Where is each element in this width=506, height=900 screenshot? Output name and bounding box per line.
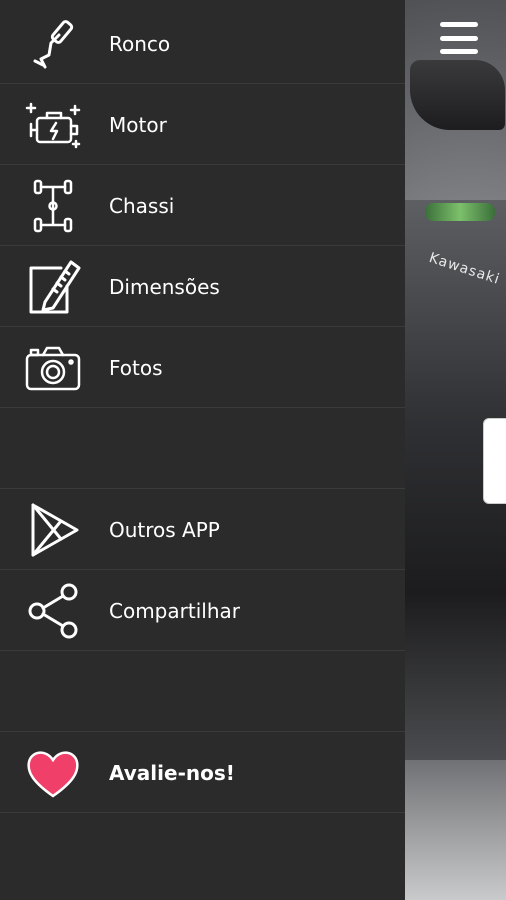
menu-item-outros-app[interactable]: Outros APP bbox=[0, 489, 405, 570]
play-store-icon bbox=[23, 501, 83, 559]
camera-icon bbox=[23, 339, 83, 397]
motorcycle-grip bbox=[425, 203, 495, 221]
chassis-icon bbox=[23, 177, 83, 235]
menu-item-fotos[interactable]: Fotos bbox=[0, 327, 405, 408]
hamburger-menu-button[interactable] bbox=[440, 22, 478, 54]
overlay-card-edge bbox=[483, 418, 506, 504]
menu-spacer bbox=[0, 408, 405, 489]
menu-bar bbox=[440, 35, 478, 41]
menu-item-label: Ronco bbox=[109, 31, 171, 56]
menu-item-label: Chassi bbox=[109, 193, 175, 218]
menu-bar bbox=[440, 49, 478, 54]
navigation-drawer: Ronco Motor Chassi Dimensões Fotos Outro… bbox=[0, 0, 405, 900]
motorcycle-mirror bbox=[410, 60, 505, 130]
menu-item-label: Motor bbox=[109, 112, 167, 137]
menu-bar bbox=[440, 22, 478, 27]
heart-icon bbox=[23, 744, 83, 802]
engine-icon bbox=[23, 96, 83, 154]
share-icon bbox=[23, 582, 83, 640]
menu-spacer bbox=[0, 651, 405, 732]
ruler-icon bbox=[23, 258, 83, 316]
menu-item-avalie-nos[interactable]: Avalie-nos! bbox=[0, 732, 405, 813]
menu-item-label: Compartilhar bbox=[109, 598, 240, 623]
motorcycle-floor bbox=[405, 760, 506, 900]
menu-item-label: Dimensões bbox=[109, 274, 220, 299]
menu-item-label: Outros APP bbox=[109, 517, 220, 542]
menu-item-motor[interactable]: Motor bbox=[0, 84, 405, 165]
menu-item-label: Avalie-nos! bbox=[109, 760, 235, 785]
menu-item-dimensoes[interactable]: Dimensões bbox=[0, 246, 405, 327]
menu-item-compartilhar[interactable]: Compartilhar bbox=[0, 570, 405, 651]
menu-item-label: Fotos bbox=[109, 355, 163, 380]
menu-item-ronco[interactable]: Ronco bbox=[0, 3, 405, 84]
exhaust-icon bbox=[23, 15, 83, 73]
menu-item-chassi[interactable]: Chassi bbox=[0, 165, 405, 246]
